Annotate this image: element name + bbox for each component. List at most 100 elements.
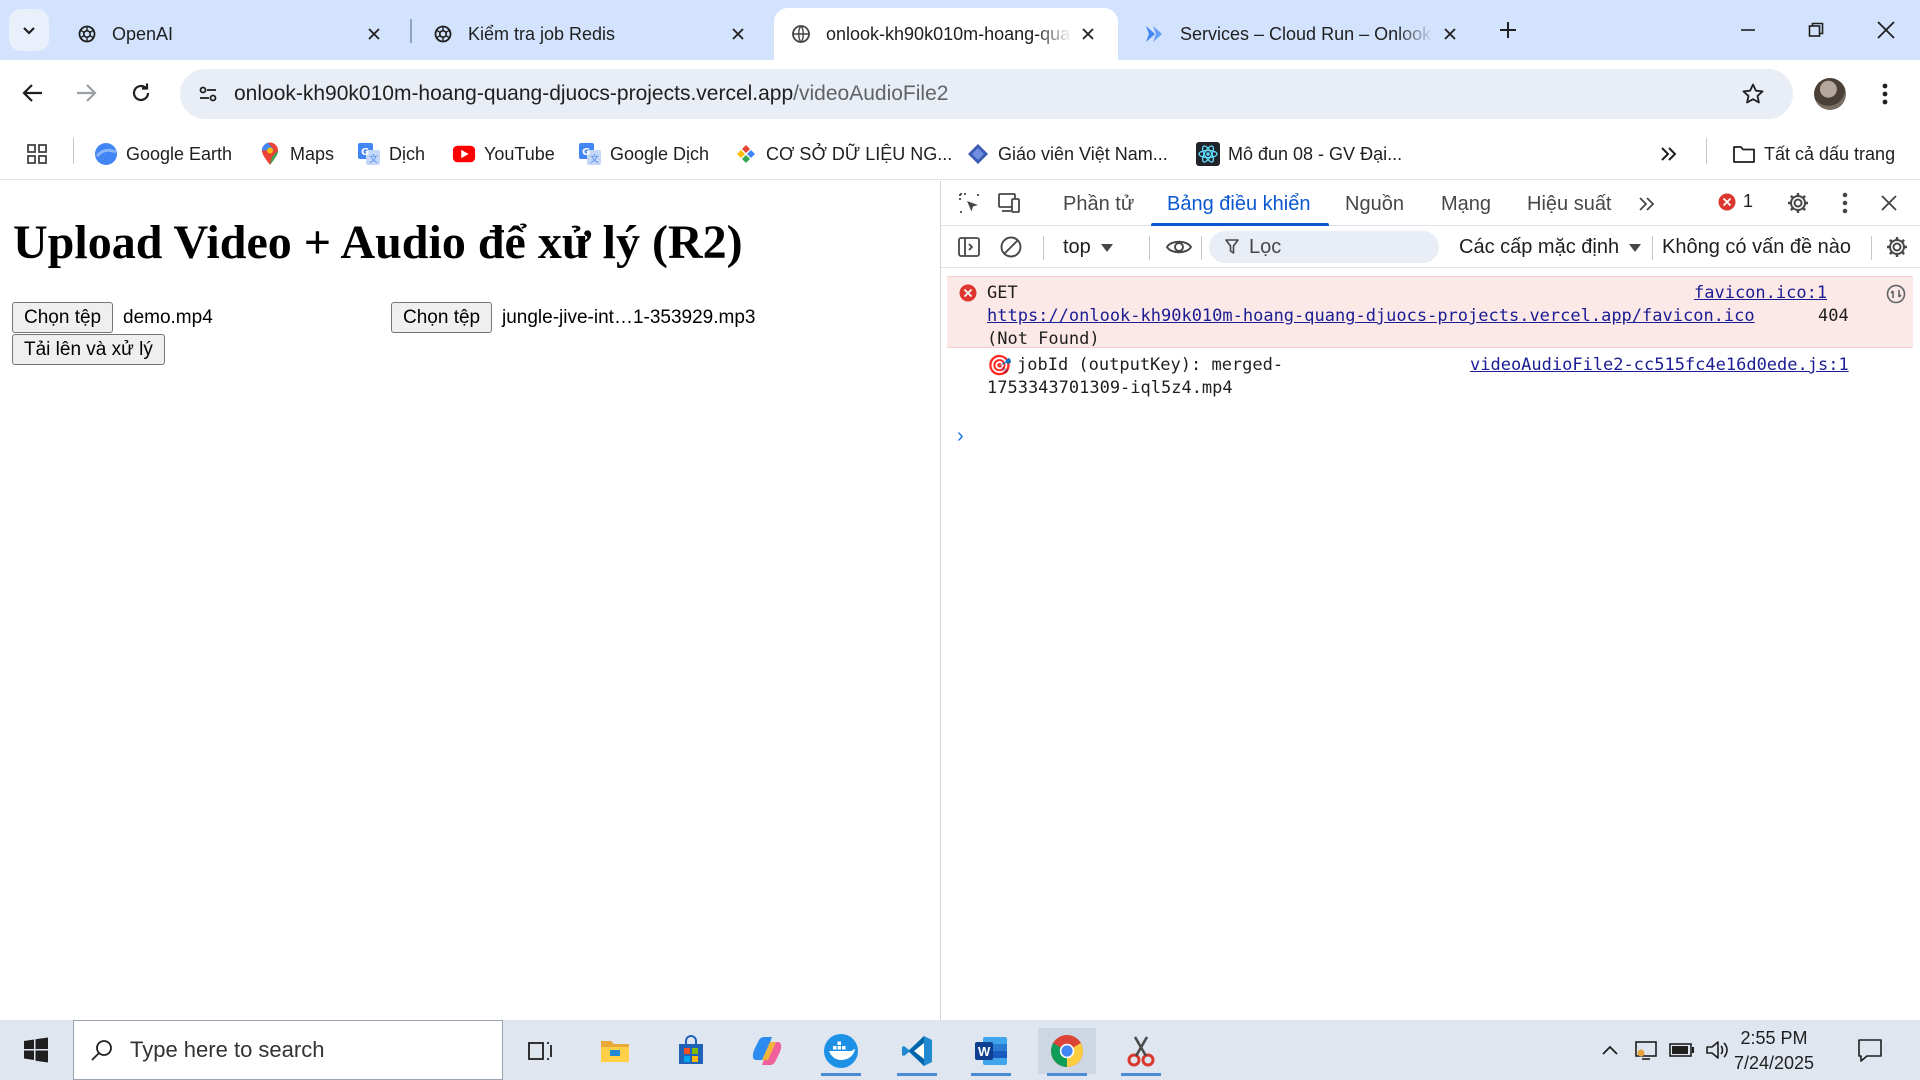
devtools-tab-elements[interactable]: Phần tử bbox=[1063, 193, 1134, 216]
toolbar-separator bbox=[1043, 236, 1044, 260]
bookmark-youtube[interactable]: YouTube bbox=[452, 138, 555, 170]
task-view-icon bbox=[528, 1042, 552, 1060]
target-emoji: 🎯 bbox=[987, 353, 1012, 377]
file-explorer-icon bbox=[601, 1041, 629, 1062]
error-source-link[interactable]: favicon.ico:1 bbox=[1694, 283, 1827, 303]
cloud-run-icon bbox=[1144, 23, 1166, 45]
log-source-link[interactable]: videoAudioFile2-cc515fc4e16d0ede.js:1 bbox=[1470, 355, 1849, 375]
page-title: Upload Video + Audio để xử lý (R2) bbox=[13, 216, 743, 269]
tab-cloud-run[interactable]: Services – Cloud Run – Onlook bbox=[1128, 8, 1480, 60]
tab-search-button[interactable] bbox=[9, 9, 49, 51]
taskbar-vscode[interactable] bbox=[888, 1028, 946, 1076]
devtools-settings-icon[interactable] bbox=[1782, 187, 1814, 219]
close-tab-icon[interactable] bbox=[1434, 18, 1466, 50]
toolbar-separator bbox=[1149, 236, 1150, 260]
tray-display-icon[interactable] bbox=[1632, 1036, 1660, 1064]
more-vert-icon bbox=[1882, 83, 1888, 105]
bookmark-star-icon[interactable] bbox=[1733, 74, 1773, 114]
tab-openai[interactable]: OpenAI bbox=[60, 8, 404, 60]
taskbar-docker[interactable] bbox=[812, 1028, 870, 1076]
taskbar-microsoft-store[interactable] bbox=[662, 1028, 720, 1074]
start-button[interactable] bbox=[14, 1034, 58, 1066]
error-url-link[interactable]: https://onlook-kh90k010m-hoang-quang-dju… bbox=[987, 306, 1755, 326]
clear-console-icon[interactable] bbox=[995, 231, 1027, 263]
upload-and-process-button[interactable]: Tải lên và xử lý bbox=[12, 334, 165, 365]
bookmarks-overflow-button[interactable] bbox=[1660, 138, 1678, 170]
forward-button[interactable] bbox=[66, 73, 106, 113]
snipping-tool-icon bbox=[1127, 1036, 1155, 1067]
taskbar-file-explorer[interactable] bbox=[586, 1028, 644, 1074]
close-tab-icon[interactable] bbox=[1072, 18, 1104, 50]
sidebar-toggle-icon[interactable] bbox=[953, 231, 985, 263]
error-icon bbox=[959, 284, 977, 302]
bookmark-google-dich[interactable]: G文 Google Dịch bbox=[578, 138, 709, 170]
battery-icon[interactable] bbox=[1668, 1036, 1696, 1064]
tab-kiem-tra-job-redis[interactable]: Kiểm tra job Redis bbox=[416, 8, 768, 60]
bookmark-maps[interactable]: Maps bbox=[258, 138, 334, 170]
clock-date: 7/24/2025 bbox=[1733, 1053, 1815, 1073]
choose-audio-file-button[interactable]: Chọn tệp bbox=[391, 302, 493, 333]
restore-button[interactable] bbox=[1794, 10, 1838, 50]
task-view-button[interactable] bbox=[512, 1028, 570, 1074]
close-window-button[interactable] bbox=[1864, 10, 1908, 50]
choose-video-file-button[interactable]: Chọn tệp bbox=[12, 302, 114, 333]
taskbar-copilot[interactable] bbox=[738, 1028, 796, 1074]
toolbar-separator bbox=[1871, 236, 1872, 260]
bookmark-dich[interactable]: G文 Dịch bbox=[357, 138, 425, 170]
close-tab-icon[interactable] bbox=[722, 18, 754, 50]
bookmark-label: Dịch bbox=[389, 143, 426, 164]
svg-text:G: G bbox=[361, 147, 369, 158]
reload-button[interactable] bbox=[121, 73, 161, 113]
taskbar-snipping-tool[interactable] bbox=[1112, 1028, 1170, 1076]
bookmark-mo-dun-08[interactable]: Mô đun 08 - GV Đại... bbox=[1196, 138, 1402, 170]
google-earth-icon bbox=[94, 142, 118, 166]
url-host: onlook-kh90k010m-hoang-quang-djuocs-proj… bbox=[234, 82, 794, 105]
console-filter-input[interactable]: Lọc bbox=[1209, 231, 1439, 263]
error-counter[interactable]: 1 bbox=[1718, 191, 1753, 212]
devtools-tab-performance[interactable]: Hiệu suất bbox=[1527, 193, 1612, 216]
devtools-more-icon[interactable] bbox=[1829, 187, 1861, 219]
taskbar-search-box[interactable]: Type here to search bbox=[73, 1020, 503, 1080]
site-info-icon[interactable] bbox=[188, 74, 228, 114]
notification-center-button[interactable] bbox=[1856, 1036, 1884, 1064]
log-levels-dropdown[interactable]: Các cấp mặc định bbox=[1459, 236, 1642, 259]
address-bar[interactable]: onlook-kh90k010m-hoang-quang-djuocs-proj… bbox=[180, 69, 1793, 119]
close-devtools-icon[interactable] bbox=[1873, 187, 1905, 219]
device-toolbar-icon[interactable] bbox=[993, 187, 1025, 219]
devtools-tab-network[interactable]: Mạng bbox=[1441, 193, 1491, 216]
svg-text:G: G bbox=[582, 147, 590, 158]
devtools-tab-sources[interactable]: Nguồn bbox=[1345, 193, 1404, 216]
bookmark-giao-vien-viet-nam[interactable]: Giáo viên Việt Nam... bbox=[966, 138, 1168, 170]
close-tab-icon[interactable] bbox=[358, 18, 390, 50]
taskbar-word[interactable]: W bbox=[962, 1028, 1020, 1076]
double-chevron-right-icon bbox=[1661, 147, 1677, 161]
show-hidden-icons-button[interactable] bbox=[1596, 1036, 1624, 1064]
word-icon: W bbox=[975, 1037, 1007, 1065]
taskbar-chrome[interactable] bbox=[1038, 1028, 1096, 1076]
console-settings-icon[interactable] bbox=[1881, 231, 1913, 263]
openai-icon bbox=[432, 23, 454, 45]
devtools-tab-console[interactable]: Bảng điều khiển bbox=[1167, 193, 1310, 216]
profile-avatar[interactable] bbox=[1814, 78, 1846, 110]
network-request-icon[interactable] bbox=[1886, 284, 1906, 304]
inspect-element-icon[interactable] bbox=[953, 187, 985, 219]
maps-pin-icon bbox=[258, 142, 282, 166]
back-button[interactable] bbox=[13, 73, 53, 113]
more-tabs-icon[interactable] bbox=[1631, 188, 1663, 220]
bookmark-separator bbox=[73, 138, 74, 164]
browser-menu-button[interactable] bbox=[1870, 74, 1900, 114]
all-bookmarks-button[interactable]: Tất cả dấu trang bbox=[1732, 138, 1895, 170]
live-expression-eye-icon[interactable] bbox=[1163, 231, 1195, 263]
console-prompt-chevron-icon[interactable]: › bbox=[957, 425, 964, 448]
tab-active-onlook[interactable]: onlook-kh90k010m-hoang-quang-djuocs-proj… bbox=[774, 8, 1118, 60]
system-clock[interactable]: 2:55 PM 7/24/2025 bbox=[1726, 1026, 1822, 1076]
bookmark-co-so-du-lieu[interactable]: CƠ SỞ DỮ LIỆU NG... bbox=[734, 138, 952, 170]
minimize-button[interactable] bbox=[1726, 10, 1770, 50]
apps-button[interactable] bbox=[26, 138, 48, 170]
issues-counter[interactable]: Không có vấn đề nào bbox=[1662, 236, 1851, 259]
new-tab-button[interactable] bbox=[1492, 14, 1524, 46]
bookmark-google-earth[interactable]: Google Earth bbox=[94, 138, 232, 170]
context-selector[interactable]: top bbox=[1063, 236, 1113, 259]
error-count: 1 bbox=[1743, 191, 1754, 211]
chrome-icon bbox=[1051, 1035, 1083, 1067]
